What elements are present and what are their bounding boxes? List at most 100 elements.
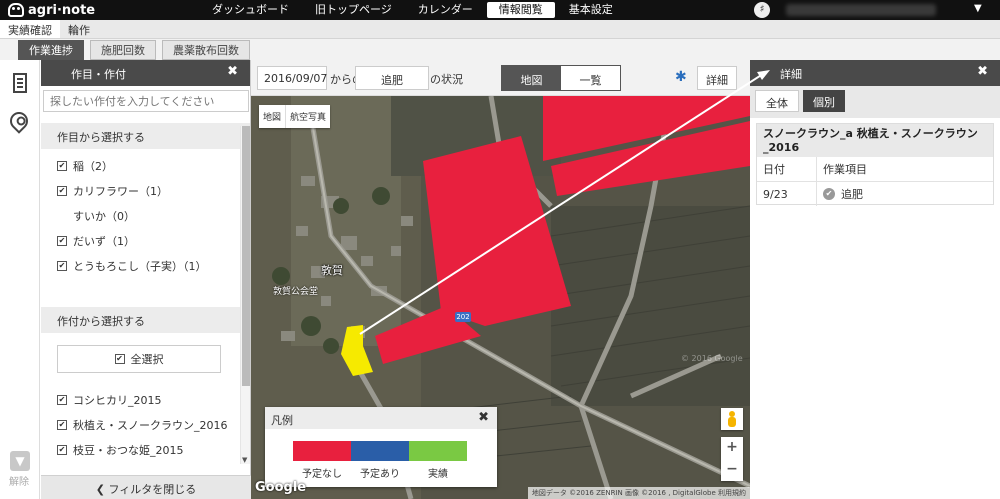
crop-list: ✔ 稲（2） ✔ カリフラワー（1） すいか（0） ✔ だいず（1） ✔ とうもろこし（… [41, 149, 250, 278]
checkbox-checked-icon[interactable]: ✔ [57, 185, 67, 196]
crop-item-soybean[interactable]: ✔ だいず（1） [41, 228, 250, 253]
filter-clear-label[interactable]: 解除 [9, 473, 29, 488]
user-avatar-icon[interactable]: ♯ [754, 2, 770, 18]
filter-scrollbar[interactable]: ▼ [240, 126, 250, 464]
close-icon[interactable]: ✖ [478, 410, 489, 425]
road-number-label: 202 [455, 312, 471, 322]
legend-header: 凡例 ✖ [265, 407, 497, 429]
nav-old-top[interactable]: 旧トップページ [303, 2, 404, 18]
left-rail: ▼ 解除 [0, 60, 40, 499]
legend-swatch-unplanned [293, 441, 351, 461]
record-title: スノークラウン_a 秋植え・スノークラウン_2016 [757, 124, 993, 157]
detail-panel-title: 詳細 [780, 68, 802, 81]
zoom-out-button[interactable]: − [721, 459, 743, 481]
app-logo[interactable]: agri·note [8, 2, 95, 18]
map-attribution[interactable]: 地図データ ©2016 ZENRIN 画像 ©2016 , DigitalGlo… [527, 487, 750, 499]
checkbox-checked-icon[interactable]: ✔ [57, 394, 67, 405]
map-type-switch: 地図 航空写真 [259, 105, 331, 128]
checkbox-checked-icon: ✔ [114, 354, 125, 364]
filter-panel-title: 作目・作付 [71, 68, 126, 81]
nav-calendar[interactable]: カレンダー [406, 2, 485, 18]
google-logo: Google [255, 480, 307, 495]
scroll-down-icon[interactable]: ▼ [242, 456, 247, 464]
street-view-pegman-icon[interactable] [721, 408, 743, 430]
col-work-header: 作業項目 [823, 163, 867, 176]
crop-item-rice[interactable]: ✔ 稲（2） [41, 153, 250, 178]
mode-fertilizer-count[interactable]: 施肥回数 [90, 39, 156, 60]
date-field[interactable]: 2016/09/07 [257, 66, 327, 90]
document-icon[interactable] [13, 73, 27, 93]
legend-swatch-planned [351, 441, 409, 461]
crop-item-cauliflower[interactable]: ✔ カリフラワー（1） [41, 178, 250, 203]
legend-label-done: 実績 [428, 469, 448, 480]
gear-icon[interactable]: ✱ [675, 70, 689, 84]
chevron-left-icon: ❮ [95, 483, 109, 496]
row-date: 9/23 [757, 182, 817, 206]
row-work: 追肥 [841, 188, 863, 201]
nav-dashboard[interactable]: ダッシュボード [200, 2, 301, 18]
close-icon[interactable]: ✖ [227, 64, 238, 79]
col-date-header: 日付 [757, 157, 817, 181]
subnav-results[interactable]: 実績確認 [0, 20, 60, 38]
view-list-button[interactable]: 一覧 [561, 66, 620, 90]
checkbox-checked-icon[interactable]: ✔ [57, 419, 67, 430]
check-circle-icon: ✔ [823, 188, 835, 200]
satellite-map[interactable]: 地図 航空写真 敦賀 敦賀公会堂 202 © 2016 Google 凡例 ✖ … [251, 96, 750, 499]
view-map-button[interactable]: 地図 [502, 66, 561, 90]
planting-item-edamame[interactable]: ✔ 枝豆・おつな姫_2015 [41, 437, 250, 462]
checkbox-checked-icon[interactable]: ✔ [57, 235, 67, 246]
view-toggle: 地図 一覧 [501, 65, 621, 91]
subnav-rotation[interactable]: 輪作 [60, 20, 98, 38]
mode-bar: 作業進捗 施肥回数 農薬散布回数 [0, 39, 1000, 60]
poi-label[interactable]: 敦賀公会堂 [273, 284, 318, 297]
crop-section-title: 作目から選択する [41, 123, 250, 149]
legend-label-planned: 予定あり [360, 469, 400, 480]
work-type-field[interactable]: 追肥 [355, 66, 429, 90]
map-type-aerial[interactable]: 航空写真 [285, 105, 330, 128]
record-card: スノークラウン_a 秋植え・スノークラウン_2016 日付 作業項目 9/23 … [756, 123, 994, 206]
legend-swatch-done [409, 441, 467, 461]
tab-all[interactable]: 全体 [755, 90, 799, 112]
legend-label-unplanned: 予定なし [302, 469, 342, 480]
scrollbar-thumb[interactable] [242, 126, 250, 386]
filter-icon[interactable]: ▼ [10, 451, 30, 471]
planting-item-snowcrown[interactable]: ✔ 秋植え・スノークラウン_2016 [41, 412, 250, 437]
zoom-in-button[interactable]: + [721, 437, 743, 459]
row-work-cell: ✔ 追肥 [817, 186, 863, 202]
planting-section-title: 作付から選択する [41, 307, 250, 333]
map-toolbar: 2016/09/07 からの 追肥 の状況 地図 一覧 ✱ 詳細 [251, 60, 750, 96]
legend-title: 凡例 [271, 414, 293, 427]
planting-item-koshihikari[interactable]: ✔ コシヒカリ_2015 [41, 387, 250, 412]
nav-settings[interactable]: 基本設定 [557, 2, 625, 18]
select-all-button[interactable]: ✔ 全選択 [57, 345, 221, 373]
detail-panel: 詳細 ✖ 全体 個別 スノークラウン_a 秋植え・スノークラウン_2016 日付… [750, 60, 1000, 499]
checkbox-checked-icon[interactable]: ✔ [57, 444, 67, 455]
chevron-down-icon[interactable]: ▼ [974, 3, 982, 14]
mode-work-progress[interactable]: 作業進捗 [18, 39, 84, 60]
user-name-blurred[interactable] [786, 4, 936, 16]
close-filter-button[interactable]: ❮ フィルタを閉じる [41, 475, 251, 499]
crop-item-watermelon[interactable]: すいか（0） [41, 203, 250, 228]
mode-pesticide-count[interactable]: 農薬散布回数 [162, 39, 250, 60]
tab-individual[interactable]: 個別 [803, 90, 845, 112]
filter-panel-header: 作目・作付 ✖ [41, 60, 250, 86]
table-row[interactable]: 9/23 ✔ 追肥 [757, 182, 993, 206]
checkbox-checked-icon[interactable]: ✔ [57, 260, 67, 271]
detail-panel-header: 詳細 ✖ [750, 60, 1000, 86]
sub-nav: 実績確認 輪作 [0, 20, 1000, 39]
checkbox-checked-icon[interactable]: ✔ [57, 160, 67, 171]
detail-button[interactable]: 詳細 [697, 66, 737, 90]
frog-logo-icon [8, 3, 24, 17]
map-watermark: © 2016 Google [681, 354, 743, 363]
zoom-control: + − [721, 437, 743, 481]
status-text: の状況 [430, 73, 463, 86]
map-pin-icon[interactable] [6, 108, 32, 134]
map-type-map[interactable]: 地図 [259, 105, 285, 128]
planting-search-input[interactable] [43, 90, 249, 112]
close-icon[interactable]: ✖ [977, 64, 988, 79]
nav-info-view[interactable]: 情報閲覧 [486, 2, 555, 18]
crop-item-corn[interactable]: ✔ とうもろこし（子実）（1） [41, 253, 250, 278]
record-table-header: 日付 作業項目 [757, 157, 993, 182]
filter-panel: 作目・作付 ✖ 作目から選択する ✔稲（2） ✔カリフラワー（1） すいか（0）… [41, 60, 251, 499]
planting-list: ✔ コシヒカリ_2015 ✔ 秋植え・スノークラウン_2016 ✔ 枝豆・おつな姫_2… [41, 373, 250, 462]
